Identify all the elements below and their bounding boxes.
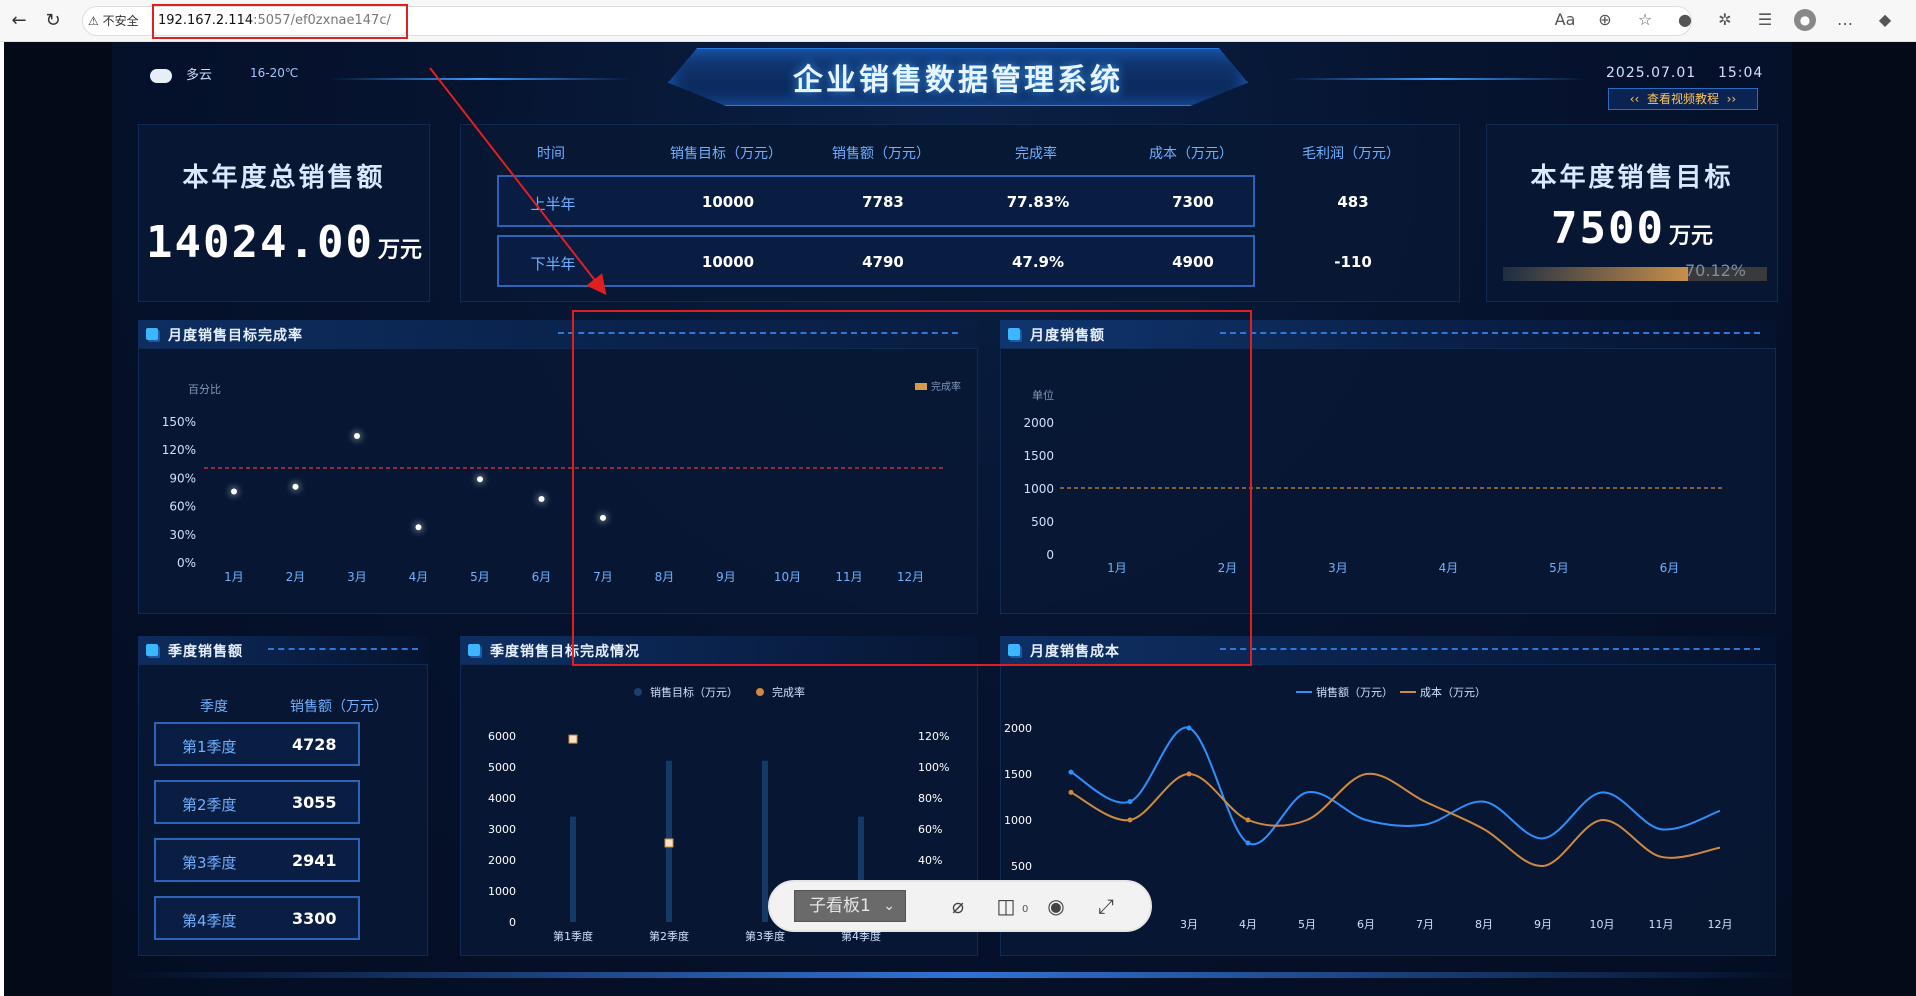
scatter-point xyxy=(415,524,422,531)
legend-label: 销售目标（万元） xyxy=(650,685,738,699)
series-point xyxy=(1127,799,1133,805)
y-tick-label: 2000 xyxy=(1004,722,1032,735)
y-tick-label: 60% xyxy=(918,823,942,836)
floating-toolbar: 子看板1 ⌄ ⌀ ◫ 0 ◉ ⤢ xyxy=(768,880,1152,932)
x-tick-label: 3月 xyxy=(1180,918,1198,931)
series-point xyxy=(1068,789,1074,795)
scatter-point xyxy=(292,483,299,490)
y-tick-label: 30% xyxy=(169,528,196,542)
chevron-down-icon: ⌄ xyxy=(883,898,895,914)
y-tick-label: 500 xyxy=(1011,860,1032,873)
y-tick-label: 6000 xyxy=(488,730,516,743)
quarter-col-header: 季度 xyxy=(200,699,228,715)
x-tick-label: 5月 xyxy=(470,570,490,584)
series-line xyxy=(1070,772,1721,868)
x-tick-label: 2月 xyxy=(286,570,306,584)
quarter-col-header: 销售额（万元） xyxy=(290,699,388,715)
pin-off-icon[interactable]: ⌀ xyxy=(944,892,972,920)
legend-label: 销售额（万元） xyxy=(1316,685,1393,699)
annotation-box xyxy=(572,310,1252,666)
y-tick-label: 40% xyxy=(918,854,942,867)
x-tick-label: 6月 xyxy=(532,570,552,584)
bar xyxy=(570,816,576,922)
y-tick-label: 0 xyxy=(509,916,516,929)
layout-icon[interactable]: ◫ xyxy=(992,892,1020,920)
y-tick-label: 120% xyxy=(162,443,196,457)
x-tick-label: 3月 xyxy=(347,570,367,584)
y-tick-label: 60% xyxy=(169,500,196,514)
layout-count: 0 xyxy=(1022,904,1029,915)
x-tick-label: 6月 xyxy=(1357,918,1375,931)
completion-point xyxy=(568,734,578,744)
x-tick-label: 8月 xyxy=(1475,918,1493,931)
y-tick-label: 1000 xyxy=(1004,814,1032,827)
series-point xyxy=(1245,840,1251,846)
x-tick-label: 4月 xyxy=(1239,918,1257,931)
scatter-point xyxy=(477,476,483,483)
series-point xyxy=(1186,771,1192,777)
fullscreen-icon[interactable]: ⤢ xyxy=(1092,892,1120,920)
y-tick-label: 3000 xyxy=(488,823,516,836)
y-tick-label: 80% xyxy=(918,792,942,805)
completion-point xyxy=(664,838,674,848)
x-tick-label: 第1季度 xyxy=(553,929,593,943)
y-tick-label: 1500 xyxy=(1004,768,1032,781)
x-tick-label: 7月 xyxy=(1416,918,1434,931)
legend-swatch xyxy=(634,688,642,696)
series-point xyxy=(1068,769,1074,775)
y-tick-label: 2000 xyxy=(488,854,516,867)
scatter-point xyxy=(231,488,237,495)
x-tick-label: 第2季度 xyxy=(649,929,689,943)
quarter-row: 第1季度 4728 xyxy=(154,722,360,766)
y-tick-label: 0% xyxy=(177,556,196,570)
x-tick-label: 3月 xyxy=(1328,561,1348,575)
x-tick-label: 6月 xyxy=(1660,561,1680,575)
y-tick-label: 120% xyxy=(918,730,949,743)
eye-off-icon[interactable]: ◉ xyxy=(1042,892,1070,920)
y-tick-label: 90% xyxy=(169,471,196,485)
y-tick-label: 5000 xyxy=(488,761,516,774)
board-select[interactable]: 子看板1 ⌄ xyxy=(794,890,906,922)
x-tick-label: 4月 xyxy=(1439,561,1459,575)
x-tick-label: 1月 xyxy=(224,570,244,584)
y-tick-label: 100% xyxy=(918,761,949,774)
quarter-row: 第4季度 3300 xyxy=(154,896,360,940)
scatter-point xyxy=(354,433,360,440)
y-axis-label: 百分比 xyxy=(188,383,221,396)
y-tick-label: 150% xyxy=(162,415,196,429)
x-tick-label: 5月 xyxy=(1298,918,1316,931)
quarter-row: 第2季度 3055 xyxy=(154,780,360,824)
series-point xyxy=(1186,725,1192,731)
x-tick-label: 4月 xyxy=(409,570,429,584)
x-tick-label: 12月 xyxy=(1708,918,1733,931)
bar xyxy=(762,760,768,922)
x-tick-label: 5月 xyxy=(1549,561,1569,575)
scatter-point xyxy=(538,496,545,503)
series-point xyxy=(1127,817,1133,823)
legend-label: 成本（万元） xyxy=(1420,685,1486,699)
legend-swatch xyxy=(756,688,764,696)
legend-label: 完成率 xyxy=(772,685,805,699)
x-tick-label: 11月 xyxy=(1649,918,1674,931)
series-point xyxy=(1245,817,1251,823)
x-tick-label: 9月 xyxy=(1534,918,1552,931)
x-tick-label: 第3季度 xyxy=(745,929,785,943)
quarter-row: 第3季度 2941 xyxy=(154,838,360,882)
y-tick-label: 1000 xyxy=(488,885,516,898)
bottom-decoration xyxy=(120,972,1800,978)
y-tick-label: 4000 xyxy=(488,792,516,805)
x-tick-label: 10月 xyxy=(1590,918,1615,931)
